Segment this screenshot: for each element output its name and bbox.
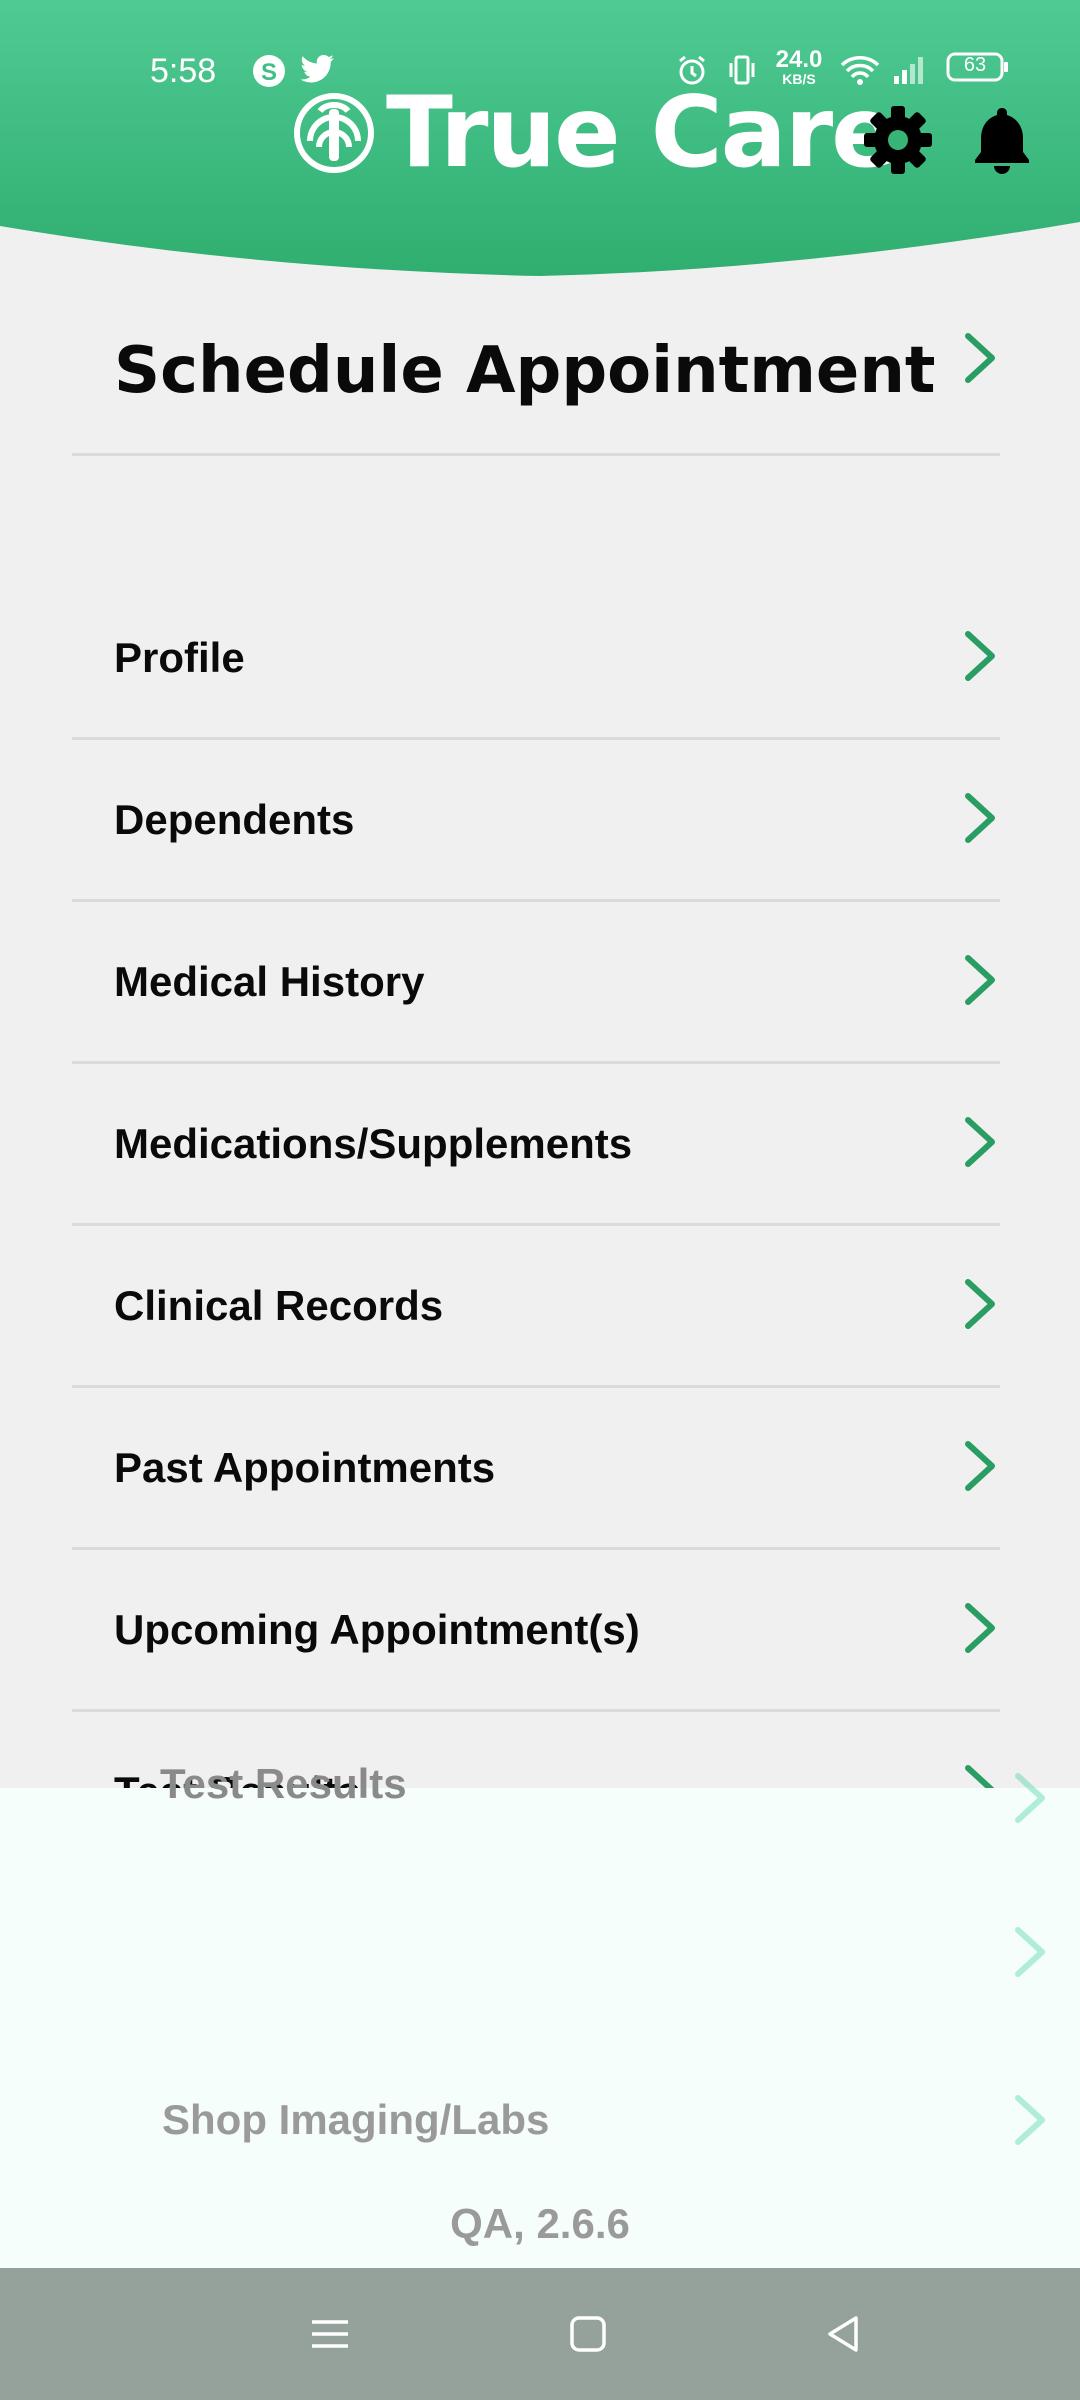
chevron-right-icon <box>965 1441 995 1491</box>
signal-icon <box>892 54 926 95</box>
menu-item-label: Profile <box>114 634 245 681</box>
app-header: 5:58 S 24.0 KB/S 63 True Care <box>0 0 1080 280</box>
menu-item-label: Clinical Records <box>114 1282 444 1329</box>
system-navigation-bar <box>0 2268 1080 2400</box>
chevron-right-icon <box>965 1279 995 1329</box>
ghost-test-results-label: Test Results <box>160 1760 407 1807</box>
menu-item-medications[interactable]: Medications/Supplements <box>72 1064 1000 1226</box>
schedule-appointment-label: Schedule Appointment <box>114 334 936 408</box>
chevron-right-icon <box>965 793 995 843</box>
status-time: 5:58 <box>150 52 217 90</box>
brand-name: True Care <box>386 76 898 190</box>
chevron-right-icon <box>1015 1773 1045 1823</box>
skype-icon: S <box>252 54 286 97</box>
menu-item-profile[interactable]: Profile <box>72 578 1000 740</box>
menu-item-label: Dependents <box>114 796 355 843</box>
transition-overlay-panel: Test Results Shop Imaging/Labs <box>0 1760 1080 2268</box>
menu-item-dependents[interactable]: Dependents <box>72 740 1000 902</box>
menu-item-label: Past Appointments <box>114 1444 496 1491</box>
chevron-right-icon <box>965 1603 995 1653</box>
chevron-right-icon <box>965 955 995 1005</box>
menu-item-past-appointments[interactable]: Past Appointments <box>72 1388 1000 1550</box>
schedule-appointment-row[interactable]: Schedule Appointment <box>72 300 1000 456</box>
menu-item-label: Medications/Supplements <box>114 1120 633 1167</box>
settings-gear-icon[interactable] <box>858 100 938 180</box>
menu-icon[interactable] <box>298 2302 362 2366</box>
app-logo: True Care <box>292 76 898 190</box>
menu-item-upcoming-appointments[interactable]: Upcoming Appointment(s) <box>72 1550 1000 1712</box>
menu-item-medical-history[interactable]: Medical History <box>72 902 1000 1064</box>
chevron-right-icon[interactable] <box>1010 1924 1050 1980</box>
back-triangle-icon[interactable] <box>812 2302 876 2366</box>
app-version: QA, 2.6.6 <box>450 2200 630 2247</box>
chevron-right-icon <box>965 333 995 383</box>
menu-item-clinical-records[interactable]: Clinical Records <box>72 1226 1000 1388</box>
notification-bell-icon[interactable] <box>962 100 1042 180</box>
chevron-right-icon[interactable] <box>1010 2092 1050 2148</box>
shop-imaging-labs-label[interactable]: Shop Imaging/Labs <box>162 2096 549 2144</box>
true-care-logo-icon <box>294 93 374 173</box>
home-square-icon[interactable] <box>556 2302 620 2366</box>
menu-item-label: Upcoming Appointment(s) <box>114 1606 640 1653</box>
chevron-right-icon <box>965 1117 995 1167</box>
menu-item-label: Medical History <box>114 958 425 1005</box>
battery-icon: 63 <box>946 52 1010 91</box>
chevron-right-icon <box>965 631 995 681</box>
svg-text:S: S <box>261 59 277 86</box>
